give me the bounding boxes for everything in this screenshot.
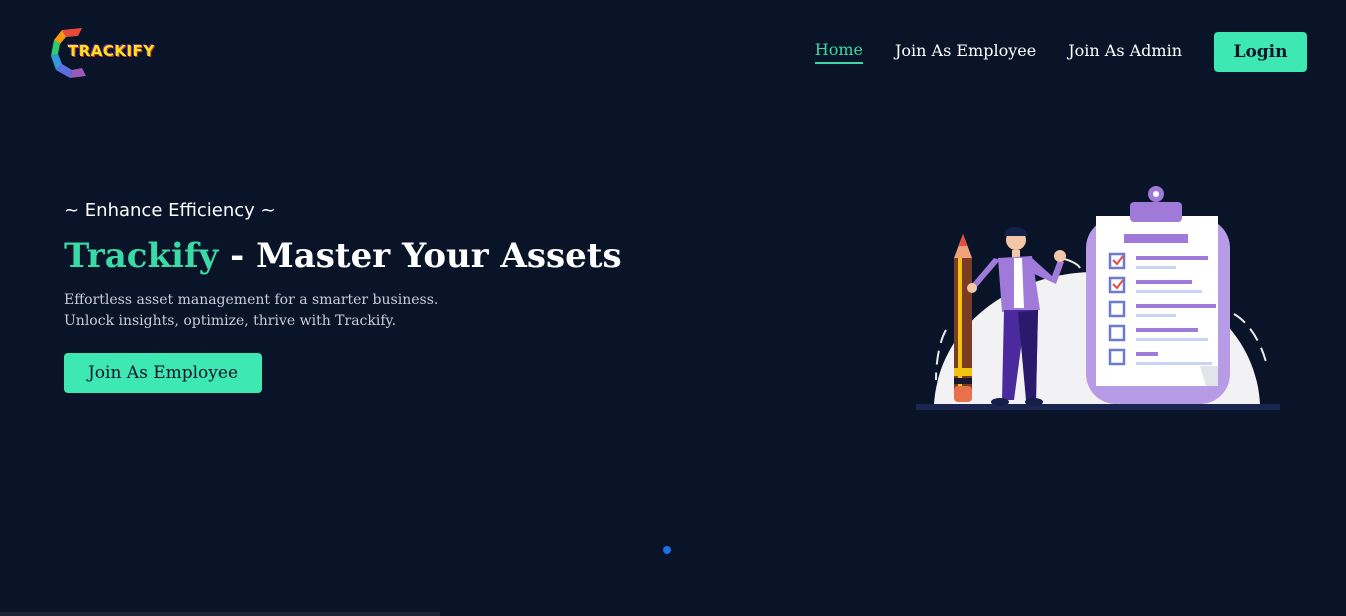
clipboard-checklist-illustration [916, 186, 1280, 410]
carousel-dot-active[interactable] [663, 546, 671, 554]
next-section-edge [0, 612, 440, 616]
trackify-logo[interactable]: TRACKIFY [48, 26, 168, 80]
main-nav: Home Join As Employee Join As Admin Logi… [814, 32, 1307, 72]
nav-join-admin-link[interactable]: Join As Admin [1068, 41, 1182, 63]
nav-home-link[interactable]: Home [814, 40, 863, 64]
login-button[interactable]: Login [1214, 32, 1307, 72]
headline-brand: Trackify [64, 236, 219, 276]
landing-page: TRACKIFY Home Join As Employee Join As A… [0, 0, 1346, 616]
nav-join-employee-link[interactable]: Join As Employee [895, 41, 1036, 63]
join-as-employee-button[interactable]: Join As Employee [64, 353, 262, 393]
hero-headline: Trackify - Master Your Assets [64, 236, 622, 276]
hero-tagline: ~ Enhance Efficiency ~ [64, 200, 276, 221]
headline-rest: - Master Your Assets [218, 236, 622, 276]
hero-description: Effortless asset management for a smarte… [64, 292, 439, 329]
logo-text: TRACKIFY [68, 42, 155, 60]
